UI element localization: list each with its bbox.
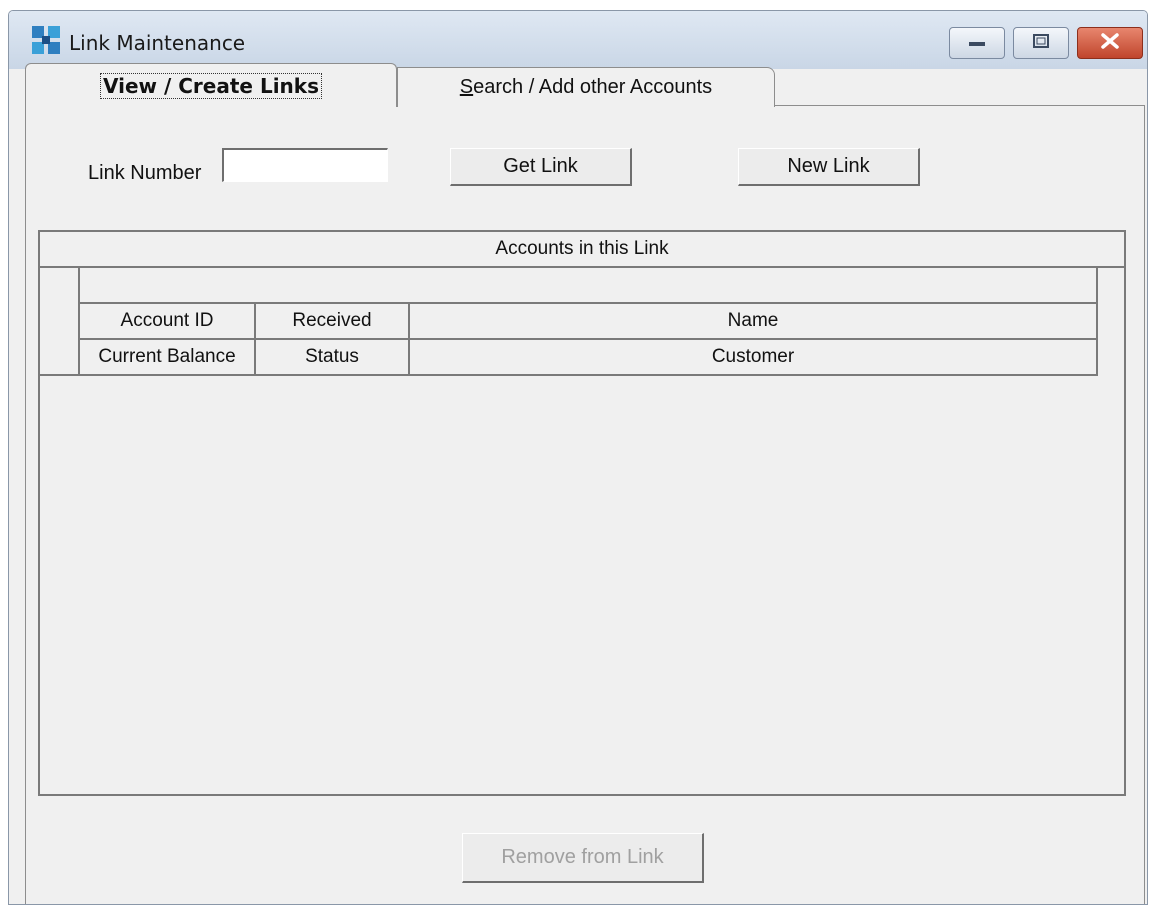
title-bar[interactable]: Link Maintenance [9, 11, 1147, 69]
tab-search-add-accounts[interactable]: Search / Add other Accounts [397, 67, 775, 107]
link-maintenance-window: Link Maintenance View / Create Links Sea… [8, 10, 1148, 905]
col-header-name[interactable]: Name [410, 304, 1098, 340]
col-header-customer[interactable]: Customer [410, 340, 1098, 376]
maximize-icon [1032, 33, 1050, 54]
tab-view-create-links[interactable]: View / Create Links [25, 63, 397, 107]
network-grid-icon [31, 25, 61, 55]
minimize-button[interactable] [949, 27, 1005, 59]
grid-header-divider [40, 374, 80, 376]
new-link-label: New Link [787, 155, 870, 177]
col-header-status[interactable]: Status [256, 340, 410, 376]
col-header-received[interactable]: Received [256, 304, 410, 340]
view-create-links-panel: Link Number Get Link New Link Accounts i… [25, 105, 1145, 904]
new-link-button[interactable]: New Link [738, 148, 920, 186]
col-header-current-balance[interactable]: Current Balance [80, 340, 256, 376]
minimize-icon [968, 34, 986, 52]
tab-label: Search / Add other Accounts [459, 76, 713, 98]
remove-from-link-label: Remove from Link [501, 846, 664, 868]
close-button[interactable] [1077, 27, 1143, 59]
row-selector-column [40, 268, 80, 376]
maximize-button[interactable] [1013, 27, 1069, 59]
grid-caption: Accounts in this Link [40, 232, 1124, 268]
grid-group-header [80, 268, 1098, 304]
get-link-label: Get Link [503, 155, 578, 177]
accounts-grid[interactable]: Accounts in this Link Account ID Receive… [38, 230, 1126, 796]
remove-from-link-button[interactable]: Remove from Link [462, 833, 704, 883]
window-client-area: View / Create Links Search / Add other A… [9, 63, 1147, 904]
grid-header: Account ID Received Name Current Balance… [40, 268, 1098, 376]
get-link-button[interactable]: Get Link [450, 148, 632, 186]
tab-label: View / Create Links [100, 72, 322, 99]
link-number-input[interactable] [222, 148, 388, 182]
window-title: Link Maintenance [69, 31, 246, 55]
col-header-account-id[interactable]: Account ID [80, 304, 256, 340]
link-number-label: Link Number [88, 162, 202, 184]
close-icon [1099, 32, 1121, 54]
